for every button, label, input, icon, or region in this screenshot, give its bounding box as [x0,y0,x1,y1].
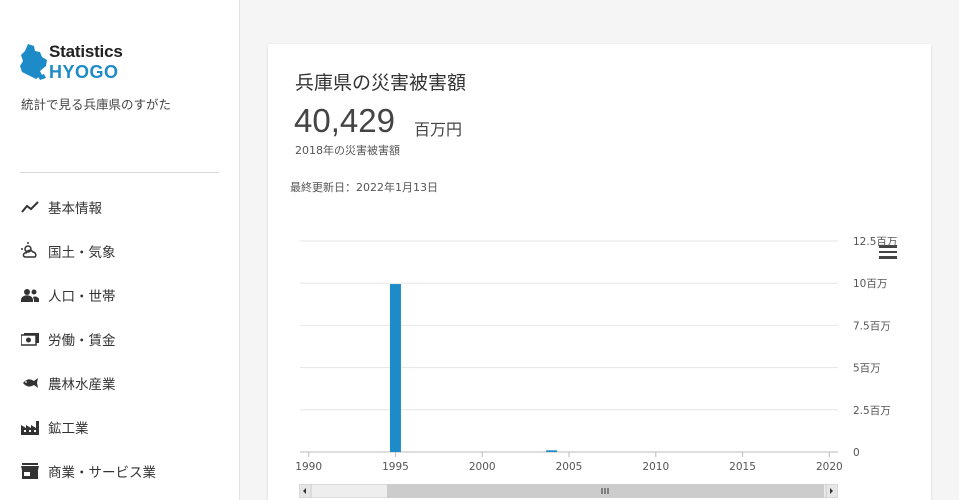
x-tick-label: 2000 [469,461,496,473]
x-tick-label: 2015 [729,461,756,473]
y-tick-label: 0 [853,447,860,459]
y-tick-label: 12.5百万 [853,236,897,248]
y-tick-label: 10百万 [853,278,887,290]
x-tick-label: 2005 [556,461,583,473]
bar [546,450,558,452]
x-tick-label: 2020 [816,461,843,473]
bar-chart: 0 2.5百万 5百万 7.5百万 10百万 12.5百万 1990 1995 2000 2005… [295,236,897,473]
x-tick-label: 1990 [295,461,322,473]
y-tick-label: 7.5百万 [853,320,891,332]
y-tick-label: 2.5百万 [853,405,891,417]
x-tick-label: 1995 [382,461,409,473]
x-tick-label: 2010 [642,461,669,473]
chart-scrollbar[interactable] [299,484,838,498]
y-tick-label: 5百万 [853,363,881,375]
bar [389,284,401,452]
